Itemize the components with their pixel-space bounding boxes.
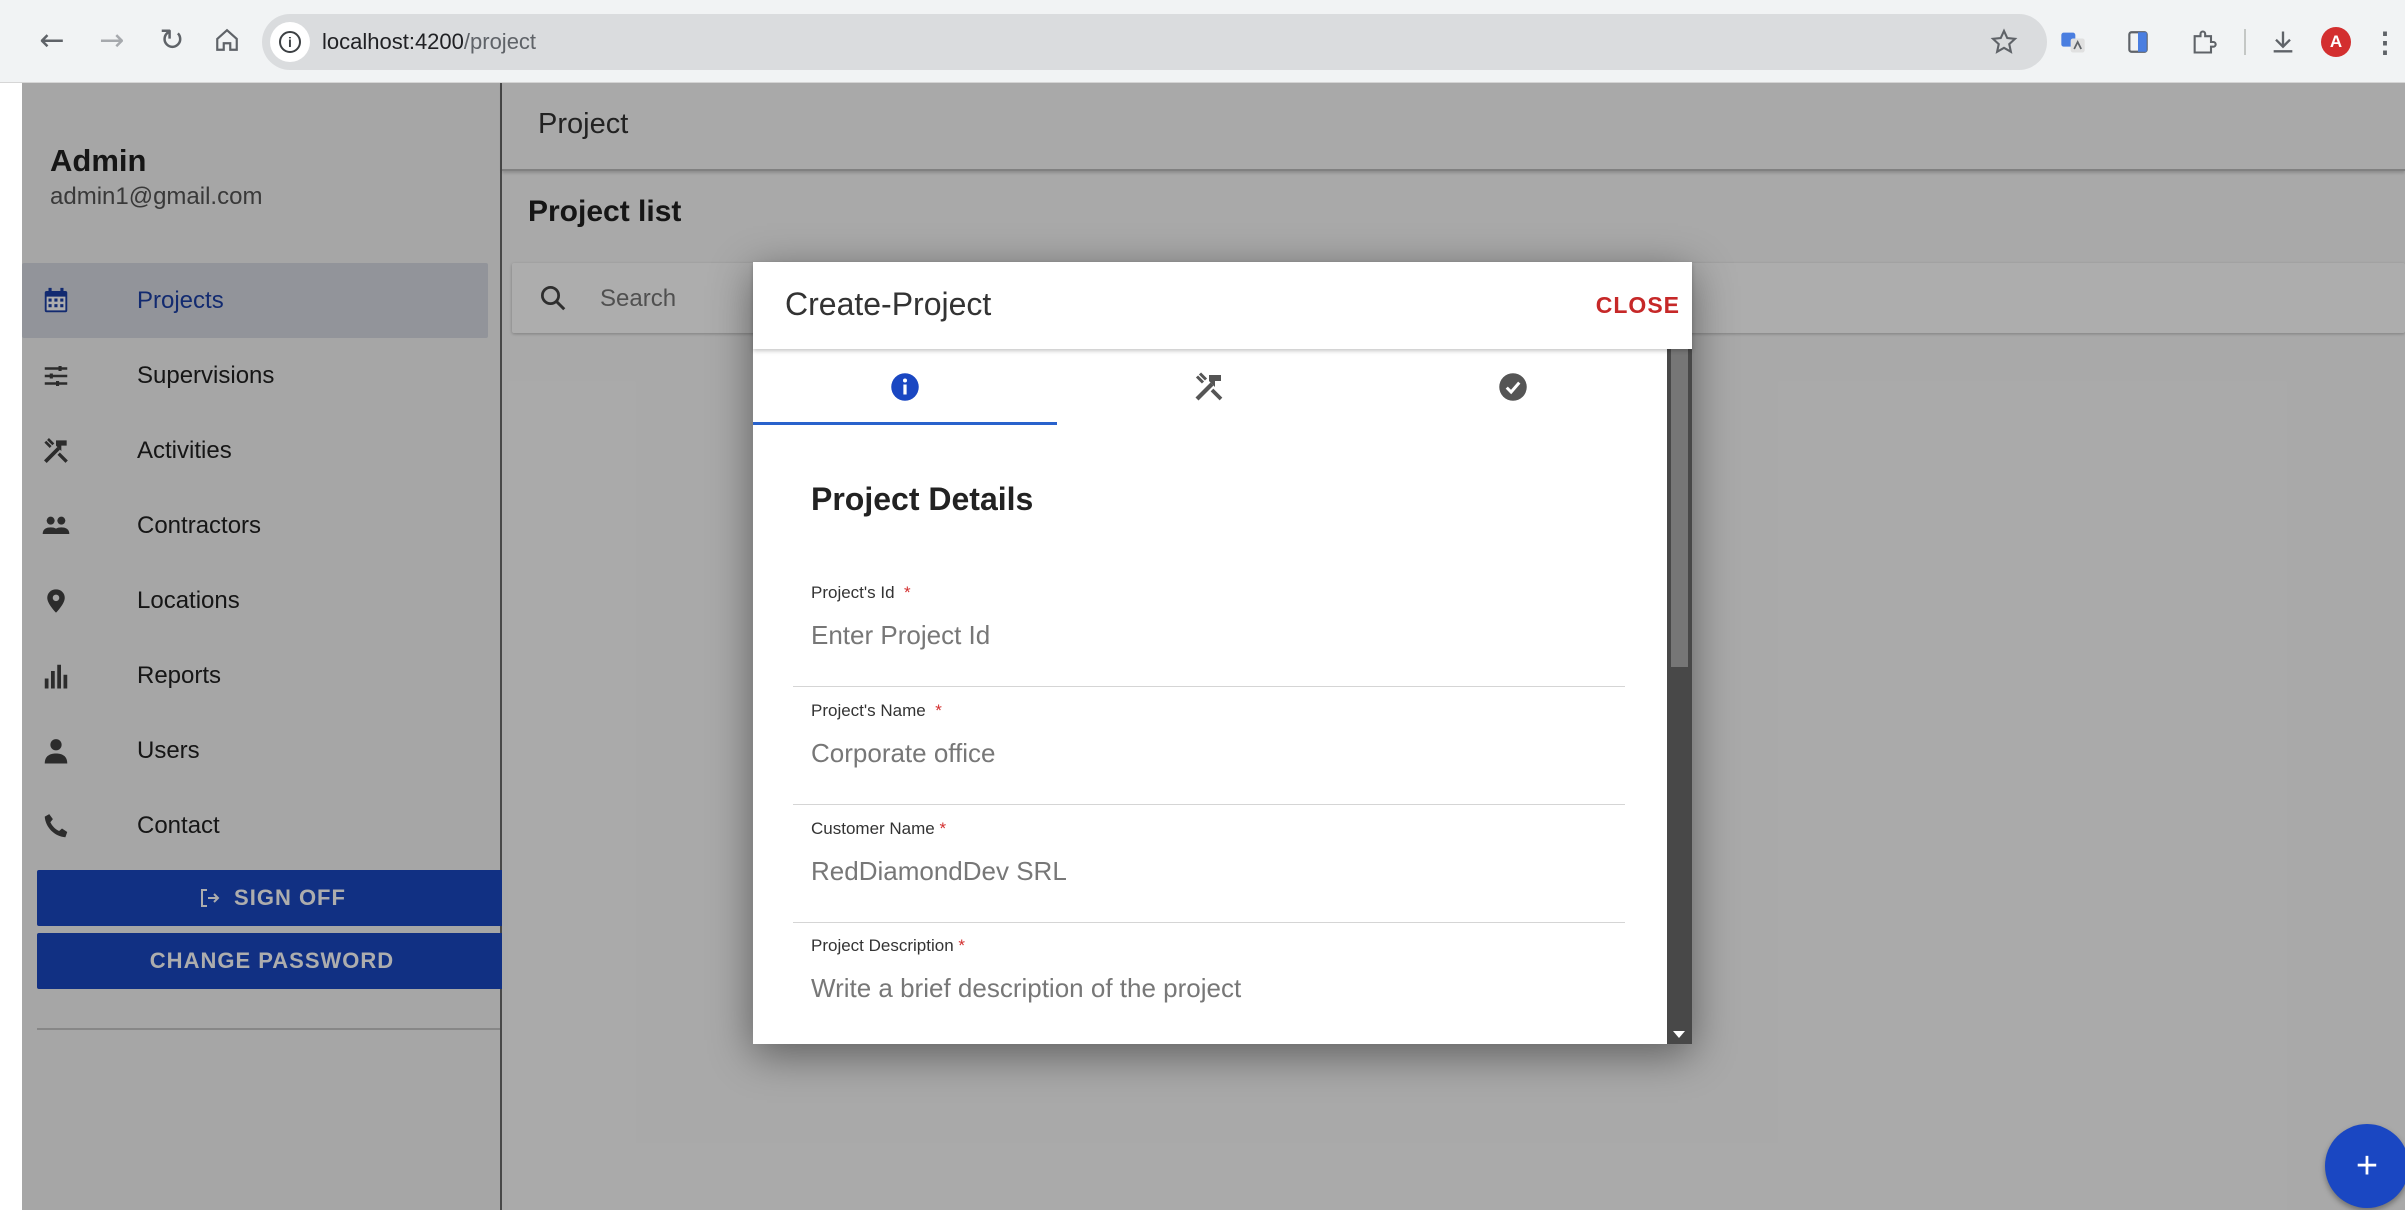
tools-icon	[1195, 372, 1223, 401]
add-project-fab[interactable]: +	[2325, 1124, 2405, 1208]
close-button[interactable]: CLOSE	[1590, 288, 1686, 323]
step-tab-details[interactable]	[753, 349, 1057, 425]
scroll-down-arrow-icon[interactable]	[1673, 1031, 1685, 1038]
dialog-scrollbar[interactable]	[1667, 349, 1692, 1044]
url-text: localhost:4200/project	[322, 29, 536, 55]
left-edge	[0, 83, 22, 1210]
profile-avatar[interactable]: A	[2318, 22, 2354, 62]
project-description-input[interactable]	[811, 968, 1611, 1008]
project-name-field: Project's Name *	[793, 687, 1625, 805]
field-label: Project Description *	[811, 936, 965, 956]
site-info-icon[interactable]: i	[270, 22, 310, 62]
plus-icon: +	[2355, 1144, 2379, 1187]
back-icon[interactable]: ←	[30, 18, 74, 62]
step-tab-activities[interactable]	[1057, 349, 1361, 425]
required-mark: *	[904, 583, 911, 602]
field-label-text: Project Description	[811, 936, 954, 955]
required-mark: *	[939, 819, 947, 838]
browser-menu-icon[interactable]: ⋮	[2370, 22, 2400, 62]
field-label-text: Project's Name	[811, 701, 926, 720]
field-label-text: Project's Id	[811, 583, 895, 602]
step-tab-confirm[interactable]	[1361, 349, 1665, 425]
field-label: Project's Id *	[811, 583, 911, 603]
download-icon[interactable]	[2265, 22, 2301, 62]
field-label: Customer Name *	[811, 819, 946, 839]
dialog-header: Create-Project CLOSE	[753, 262, 1692, 349]
field-label-text: Customer Name	[811, 819, 935, 838]
project-description-field: Project Description *	[793, 922, 1625, 1039]
url-host: localhost:4200	[322, 29, 464, 54]
customer-name-field: Customer Name *	[793, 805, 1625, 923]
dialog-title: Create-Project	[785, 286, 992, 322]
address-bar[interactable]: i localhost:4200/project	[262, 14, 2047, 70]
browser-toolbar: ← → ↻ i localhost:4200/project A ⋮	[0, 0, 2405, 83]
reload-icon[interactable]: ↻	[150, 18, 194, 62]
create-project-dialog: Create-Project CLOSE Project Details Pro…	[753, 262, 1692, 1044]
info-icon	[891, 373, 919, 401]
project-name-input[interactable]	[811, 733, 1611, 773]
required-mark: *	[958, 936, 966, 955]
customer-name-input[interactable]	[811, 851, 1611, 891]
scrollbar-thumb[interactable]	[1671, 349, 1688, 667]
check-circle-icon	[1499, 373, 1527, 401]
reader-extension-icon[interactable]	[2120, 22, 2156, 62]
required-mark: *	[935, 701, 942, 720]
project-id-field: Project's Id *	[793, 569, 1625, 687]
stepper	[753, 349, 1667, 425]
url-path: /project	[463, 29, 537, 54]
field-label: Project's Name *	[811, 701, 942, 721]
section-title: Project Details	[811, 481, 1034, 517]
translate-extension-icon[interactable]	[2055, 22, 2091, 62]
dialog-body: Project Details Project's Id * Project's…	[753, 349, 1667, 1044]
project-id-input[interactable]	[811, 615, 1611, 655]
toolbar-divider	[2243, 22, 2247, 62]
forward-icon[interactable]: →	[90, 18, 134, 62]
extensions-puzzle-icon[interactable]	[2186, 22, 2222, 62]
profile-initial: A	[2321, 27, 2351, 57]
bookmark-star-icon[interactable]	[1986, 22, 2022, 62]
home-icon[interactable]	[205, 18, 249, 62]
